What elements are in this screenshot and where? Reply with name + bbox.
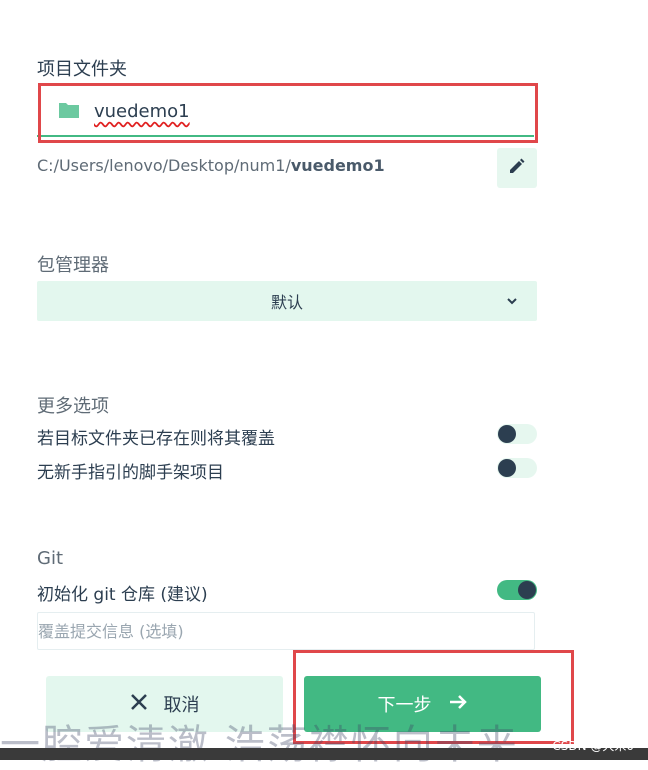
edit-path-button[interactable] — [497, 148, 537, 188]
no-guide-option-label: 无新手指引的脚手架项目 — [37, 463, 224, 483]
toggle-knob — [498, 425, 516, 443]
folder-path: C:/Users/lenovo/Desktop/num1/vuedemo1 — [37, 156, 385, 175]
package-manager-label: 包管理器 — [37, 255, 109, 276]
git-init-toggle[interactable] — [497, 580, 537, 600]
folder-path-prefix: C:/Users/lenovo/Desktop/num1/ — [37, 156, 291, 175]
toggle-knob — [518, 581, 536, 599]
csdn-credit: CSDN @大米0 — [552, 739, 634, 753]
package-manager-value: 默认 — [270, 293, 303, 312]
git-section-label: Git — [37, 548, 64, 569]
commit-message-input[interactable] — [38, 612, 534, 650]
bottom-bar — [0, 748, 648, 760]
watermark-text: 一腔爱清澈 浩荡襟怀向未来 — [0, 722, 519, 768]
folder-section-label: 项目文件夹 — [37, 59, 127, 80]
toggle-knob — [498, 459, 516, 477]
overwrite-toggle[interactable] — [497, 424, 537, 444]
folder-input-highlight — [38, 83, 538, 143]
git-init-label: 初始化 git 仓库 (建议) — [37, 585, 208, 605]
no-guide-toggle[interactable] — [497, 458, 537, 478]
folder-path-name: vuedemo1 — [290, 156, 385, 175]
commit-message-field[interactable] — [37, 612, 535, 650]
pencil-icon — [508, 157, 526, 179]
overwrite-option-label: 若目标文件夹已存在则将其覆盖 — [37, 429, 275, 449]
more-options-label: 更多选项 — [37, 396, 109, 417]
chevron-down-icon — [505, 293, 519, 312]
package-manager-select[interactable]: 默认 — [37, 281, 537, 321]
